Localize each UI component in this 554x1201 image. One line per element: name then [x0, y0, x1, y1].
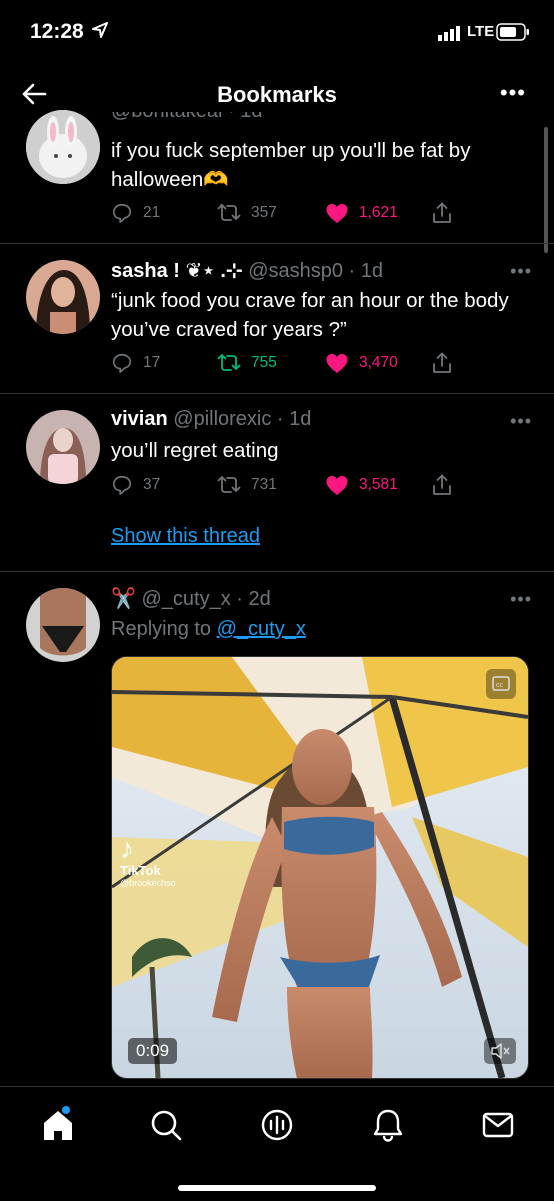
tweet-handle[interactable]: @_cuty_x · 2d: [141, 588, 270, 610]
tweet-actions: 37 731 3,581: [111, 474, 461, 500]
retweet-button[interactable]: 357: [217, 202, 277, 224]
retweet-icon: [217, 204, 241, 221]
search-icon[interactable]: [146, 1105, 186, 1145]
signal-icon: [438, 25, 462, 46]
retweet-button[interactable]: 731: [217, 474, 277, 496]
avatar[interactable]: [26, 410, 100, 484]
svg-text:cc: cc: [496, 682, 504, 689]
tweet-author-name[interactable]: sasha ! ❦⋆ .⊹: [111, 260, 243, 282]
share-button[interactable]: [431, 474, 453, 496]
heart-filled-icon: [326, 204, 348, 223]
scrollbar[interactable]: [544, 127, 548, 253]
reply-count: 17: [143, 354, 161, 371]
tweet-text: if you fuck september up you'll be fat b…: [111, 139, 471, 191]
share-icon: [433, 202, 451, 223]
avatar[interactable]: [26, 260, 100, 334]
like-button[interactable]: 3,581: [325, 474, 398, 496]
tweet-handle[interactable]: @pillorexic · 1d: [173, 408, 311, 430]
tweet-handle[interactable]: @bonitakeal · 1d: [111, 112, 263, 122]
tiktok-label: TikTok: [120, 863, 161, 878]
tweet-actions: 17 755 3,470: [111, 352, 461, 378]
like-button[interactable]: 1,621: [325, 202, 398, 224]
reply-count: 37: [143, 476, 161, 493]
retweet-count: 731: [251, 476, 277, 493]
notifications-icon[interactable]: [368, 1105, 408, 1145]
tiktok-watermark: ♪ TikTok @brookechso: [120, 833, 176, 889]
like-count: 3,581: [359, 476, 398, 493]
home-indicator[interactable]: [178, 1185, 376, 1191]
messages-icon[interactable]: [478, 1105, 518, 1145]
replying-to-link[interactable]: @_cuty_x: [217, 618, 306, 640]
heart-filled-icon: [326, 354, 348, 373]
reply-icon: [112, 353, 132, 373]
nav-bar: Bookmarks •••: [0, 70, 554, 122]
more-options-icon[interactable]: •••: [500, 80, 526, 106]
heart-filled-icon: [326, 476, 348, 495]
like-button[interactable]: 3,470: [325, 352, 398, 374]
battery-icon: [496, 23, 530, 46]
network-label: LTE: [467, 23, 495, 40]
tiktok-handle: @brookechso: [120, 878, 176, 888]
show-thread-link[interactable]: Show this thread: [111, 525, 260, 548]
mute-icon[interactable]: [484, 1038, 516, 1064]
reply-button[interactable]: 37: [111, 474, 160, 496]
retweet-button[interactable]: 755: [217, 352, 277, 374]
tweet-header: vivian @pillorexic · 1d: [111, 408, 311, 431]
share-button[interactable]: [431, 352, 453, 374]
retweet-count: 755: [251, 354, 277, 371]
divider: [0, 393, 554, 394]
status-bar: 12:28 LTE: [0, 0, 554, 70]
tweet-more-icon[interactable]: •••: [510, 589, 532, 610]
share-button[interactable]: [431, 202, 453, 224]
like-count: 1,621: [359, 204, 398, 221]
divider: [0, 571, 554, 572]
tweet-header: @bonitakeal · 1d: [111, 112, 263, 124]
tweet-text: “junk food you crave for an hour or the …: [111, 289, 509, 341]
retweet-active-icon: [217, 354, 241, 371]
share-icon: [433, 474, 451, 495]
replying-to: Replying to @_cuty_x: [111, 618, 306, 641]
retweet-icon: [217, 476, 241, 493]
tweet-header: sasha ! ❦⋆ .⊹ @sashsp0 · 1d: [111, 258, 383, 283]
tweet-author-name[interactable]: ✂️: [111, 588, 136, 610]
reply-count: 21: [143, 204, 161, 221]
tweet-actions: 21 357 1,621: [111, 202, 461, 228]
avatar[interactable]: [26, 588, 100, 662]
clock: 12:28: [30, 20, 84, 43]
replying-prefix: Replying to: [111, 618, 212, 640]
reply-button[interactable]: 17: [111, 352, 160, 374]
tweet-text: you’ll regret eating: [111, 439, 279, 462]
tweet-more-icon[interactable]: •••: [510, 261, 532, 282]
divider: [0, 243, 554, 244]
page-title: Bookmarks: [217, 82, 337, 107]
avatar[interactable]: [26, 110, 100, 184]
like-count: 3,470: [359, 354, 398, 371]
reply-icon: [112, 203, 132, 223]
reply-button[interactable]: 21: [111, 202, 160, 224]
tweet-more-icon[interactable]: •••: [510, 411, 532, 432]
tiktok-logo-icon: ♪: [120, 833, 134, 864]
tweet-author-name[interactable]: vivian: [111, 408, 168, 430]
retweet-count: 357: [251, 204, 277, 221]
home-icon[interactable]: [38, 1105, 78, 1145]
video-player[interactable]: ♪ TikTok @brookechso cc 0:09: [111, 656, 529, 1079]
reply-icon: [112, 475, 132, 495]
captions-icon[interactable]: cc: [486, 669, 516, 699]
location-arrow-icon: [92, 22, 108, 43]
spaces-icon[interactable]: [257, 1105, 297, 1145]
bottom-tab-bar: [0, 1086, 554, 1201]
video-duration: 0:09: [128, 1038, 178, 1064]
tweet-handle[interactable]: @sashsp0 · 1d: [248, 260, 383, 282]
share-icon: [433, 352, 451, 373]
tweet-header: ✂️ @_cuty_x · 2d: [111, 586, 271, 611]
